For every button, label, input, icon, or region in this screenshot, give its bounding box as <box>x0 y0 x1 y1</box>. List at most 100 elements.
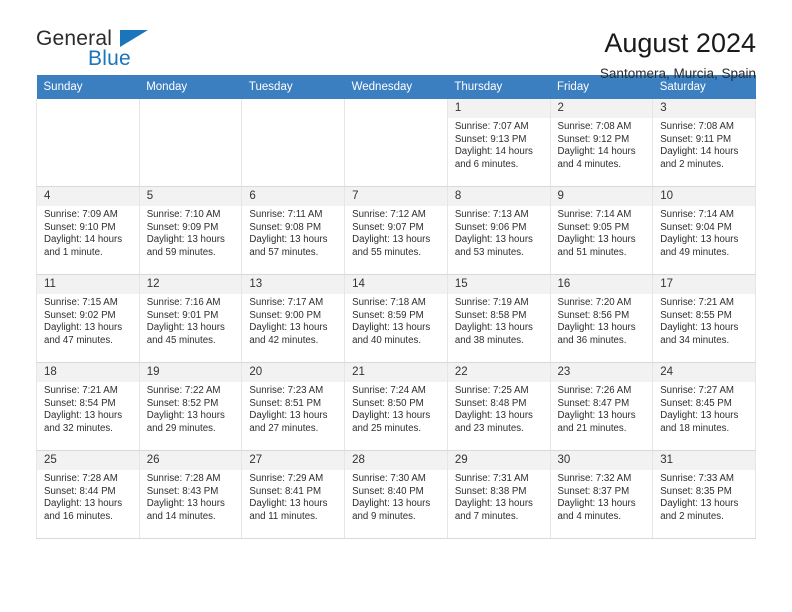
daylight-duration-line1: Daylight: 13 hours <box>44 498 123 510</box>
calendar-day-cell[interactable]: 23 Sunrise: 7:26 AM Sunset: 8:47 PM Dayligh… <box>549 362 654 451</box>
page-header: General Blue August 2024 Santomera, Murc… <box>36 0 756 81</box>
sunset-time: Sunset: 8:54 PM <box>44 397 116 409</box>
daylight-duration-line1: Daylight: 13 hours <box>557 234 636 246</box>
calendar-day-cell[interactable]: 9 Sunrise: 7:14 AM Sunset: 9:05 PM Daylight… <box>549 186 654 275</box>
calendar-day-cell[interactable]: 19 Sunrise: 7:22 AM Sunset: 8:52 PM Dayligh… <box>138 362 243 451</box>
daylight-duration-line1: Daylight: 13 hours <box>249 410 328 422</box>
calendar-day-cell[interactable]: 8 Sunrise: 7:13 AM Sunset: 9:06 PM Daylight… <box>446 186 551 275</box>
calendar-day-cell[interactable]: 21 Sunrise: 7:24 AM Sunset: 8:50 PM Dayligh… <box>344 362 448 451</box>
calendar-day-cell[interactable]: 17 Sunrise: 7:21 AM Sunset: 8:55 PM Dayligh… <box>652 274 756 363</box>
day-details: Sunrise: 7:20 AM Sunset: 8:56 PM Daylight:… <box>551 294 653 347</box>
calendar-week-row: 1 Sunrise: 7:07 AM Sunset: 9:13 PM Daylight… <box>36 99 756 187</box>
sunrise-time: Sunrise: 7:18 AM <box>352 297 426 308</box>
sunset-time: Sunset: 9:11 PM <box>660 133 732 145</box>
weekday-header-thursday: Thursday <box>447 75 551 99</box>
daylight-duration-line1: Daylight: 13 hours <box>146 322 225 334</box>
daylight-duration-line2: and 6 minutes. <box>454 158 519 170</box>
brand-logo[interactable]: General Blue <box>36 27 186 73</box>
calendar-day-cell[interactable]: 14 Sunrise: 7:18 AM Sunset: 8:59 PM Dayligh… <box>344 274 448 363</box>
daylight-duration-line2: and 11 minutes. <box>249 510 318 522</box>
sunset-time: Sunset: 9:07 PM <box>352 221 424 233</box>
day-details: Sunrise: 7:28 AM Sunset: 8:44 PM Daylight:… <box>37 470 139 523</box>
sunset-time: Sunset: 8:41 PM <box>249 485 322 497</box>
sunrise-time: Sunrise: 7:29 AM <box>249 473 324 484</box>
calendar-day-cell-empty <box>241 99 346 187</box>
calendar-day-cell[interactable]: 13 Sunrise: 7:17 AM Sunset: 9:00 PM Dayligh… <box>241 274 346 363</box>
calendar-table: Sunday Monday Tuesday Wednesday Thursday… <box>36 75 756 539</box>
daylight-duration-line1: Daylight: 13 hours <box>660 234 739 246</box>
calendar-day-cell[interactable]: 24 Sunrise: 7:27 AM Sunset: 8:45 PM Dayligh… <box>652 362 756 451</box>
daylight-duration-line2: and 14 minutes. <box>146 510 216 522</box>
daylight-duration-line1: Daylight: 13 hours <box>352 410 431 422</box>
sunset-time: Sunset: 9:12 PM <box>557 133 630 145</box>
sunset-time: Sunset: 8:59 PM <box>352 309 424 321</box>
daylight-duration-line1: Daylight: 13 hours <box>146 234 225 246</box>
calendar-day-cell[interactable]: 25 Sunrise: 7:28 AM Sunset: 8:44 PM Dayligh… <box>36 450 140 539</box>
calendar-day-cell[interactable]: 31 Sunrise: 7:33 AM Sunset: 8:35 PM Dayligh… <box>652 450 756 539</box>
weekday-header-wednesday: Wednesday <box>344 75 448 99</box>
day-details: Sunrise: 7:09 AM Sunset: 9:10 PM Daylight:… <box>37 206 139 259</box>
calendar-day-cell[interactable]: 27 Sunrise: 7:29 AM Sunset: 8:41 PM Dayligh… <box>241 450 346 539</box>
sunrise-time: Sunrise: 7:19 AM <box>454 297 529 308</box>
day-number: 25 <box>37 451 139 470</box>
calendar-day-cell[interactable]: 11 Sunrise: 7:15 AM Sunset: 9:02 PM Dayligh… <box>36 274 140 363</box>
day-number: 22 <box>447 363 550 382</box>
sunrise-time: Sunrise: 7:28 AM <box>146 473 221 484</box>
day-details: Sunrise: 7:18 AM Sunset: 8:59 PM Daylight:… <box>345 294 447 347</box>
sunrise-time: Sunrise: 7:21 AM <box>44 385 118 396</box>
calendar-day-cell[interactable]: 22 Sunrise: 7:25 AM Sunset: 8:48 PM Dayligh… <box>446 362 551 451</box>
daylight-duration-line1: Daylight: 13 hours <box>44 410 123 422</box>
day-number: 14 <box>345 275 447 294</box>
sunset-time: Sunset: 8:58 PM <box>454 309 527 321</box>
calendar-day-cell[interactable]: 3 Sunrise: 7:08 AM Sunset: 9:11 PM Daylight… <box>652 99 756 187</box>
day-details: Sunrise: 7:13 AM Sunset: 9:06 PM Daylight:… <box>448 206 550 259</box>
day-number: 1 <box>447 99 550 118</box>
sunrise-time: Sunrise: 7:08 AM <box>660 121 734 132</box>
calendar-day-cell[interactable]: 16 Sunrise: 7:20 AM Sunset: 8:56 PM Dayligh… <box>549 274 654 363</box>
calendar-day-cell[interactable]: 12 Sunrise: 7:16 AM Sunset: 9:01 PM Dayligh… <box>138 274 243 363</box>
day-details: Sunrise: 7:26 AM Sunset: 8:47 PM Daylight:… <box>551 382 653 435</box>
calendar-day-cell[interactable]: 18 Sunrise: 7:21 AM Sunset: 8:54 PM Dayligh… <box>36 362 140 451</box>
daylight-duration-line2: and 4 minutes. <box>557 158 622 170</box>
day-number: 13 <box>242 275 345 294</box>
calendar-day-cell[interactable]: 6 Sunrise: 7:11 AM Sunset: 9:08 PM Daylight… <box>241 186 346 275</box>
day-details: Sunrise: 7:19 AM Sunset: 8:58 PM Daylight:… <box>448 294 550 347</box>
sunset-time: Sunset: 9:01 PM <box>146 309 219 321</box>
calendar-day-cell[interactable]: 26 Sunrise: 7:28 AM Sunset: 8:43 PM Dayligh… <box>138 450 243 539</box>
calendar-day-cell[interactable]: 15 Sunrise: 7:19 AM Sunset: 8:58 PM Dayligh… <box>446 274 551 363</box>
day-details: Sunrise: 7:21 AM Sunset: 8:55 PM Daylight:… <box>653 294 755 347</box>
daylight-duration-line2: and 7 minutes. <box>454 510 519 522</box>
daylight-duration-line2: and 36 minutes. <box>557 334 627 346</box>
daylight-duration-line2: and 57 minutes. <box>249 246 319 258</box>
calendar-week-row: 25 Sunrise: 7:28 AM Sunset: 8:44 PM Dayligh… <box>36 450 756 539</box>
daylight-duration-line1: Daylight: 13 hours <box>249 498 328 510</box>
sunset-time: Sunset: 8:48 PM <box>454 397 527 409</box>
daylight-duration-line1: Daylight: 13 hours <box>660 410 739 422</box>
calendar-day-cell[interactable]: 2 Sunrise: 7:08 AM Sunset: 9:12 PM Daylight… <box>549 99 654 187</box>
day-number: 11 <box>37 275 139 294</box>
day-number: 18 <box>37 363 139 382</box>
calendar-day-cell[interactable]: 20 Sunrise: 7:23 AM Sunset: 8:51 PM Dayligh… <box>241 362 346 451</box>
weekday-header-sunday: Sunday <box>36 75 140 99</box>
sunset-time: Sunset: 9:00 PM <box>249 309 322 321</box>
page-title: August 2024 <box>604 28 756 58</box>
daylight-duration-line2: and 55 minutes. <box>352 246 422 258</box>
sunset-time: Sunset: 8:52 PM <box>146 397 219 409</box>
calendar-day-cell[interactable]: 7 Sunrise: 7:12 AM Sunset: 9:07 PM Daylight… <box>344 186 448 275</box>
calendar-day-cell[interactable]: 5 Sunrise: 7:10 AM Sunset: 9:09 PM Daylight… <box>138 186 243 275</box>
day-number: 7 <box>345 187 447 206</box>
calendar-day-cell[interactable]: 1 Sunrise: 7:07 AM Sunset: 9:13 PM Daylight… <box>446 99 551 187</box>
sunset-time: Sunset: 9:06 PM <box>454 221 527 233</box>
daylight-duration-line1: Daylight: 13 hours <box>660 498 739 510</box>
sunset-time: Sunset: 8:40 PM <box>352 485 424 497</box>
daylight-duration-line2: and 16 minutes. <box>44 510 113 522</box>
calendar-day-cell[interactable]: 10 Sunrise: 7:14 AM Sunset: 9:04 PM Dayligh… <box>652 186 756 275</box>
calendar-page: General Blue August 2024 Santomera, Murc… <box>0 0 792 612</box>
calendar-day-cell[interactable]: 29 Sunrise: 7:31 AM Sunset: 8:38 PM Dayligh… <box>446 450 551 539</box>
daylight-duration-line2: and 42 minutes. <box>249 334 319 346</box>
calendar-day-cell[interactable]: 30 Sunrise: 7:32 AM Sunset: 8:37 PM Dayligh… <box>549 450 654 539</box>
sunrise-time: Sunrise: 7:31 AM <box>454 473 529 484</box>
calendar-day-cell[interactable]: 28 Sunrise: 7:30 AM Sunset: 8:40 PM Dayligh… <box>344 450 448 539</box>
day-number: 4 <box>37 187 139 206</box>
calendar-day-cell[interactable]: 4 Sunrise: 7:09 AM Sunset: 9:10 PM Daylight… <box>36 186 140 275</box>
